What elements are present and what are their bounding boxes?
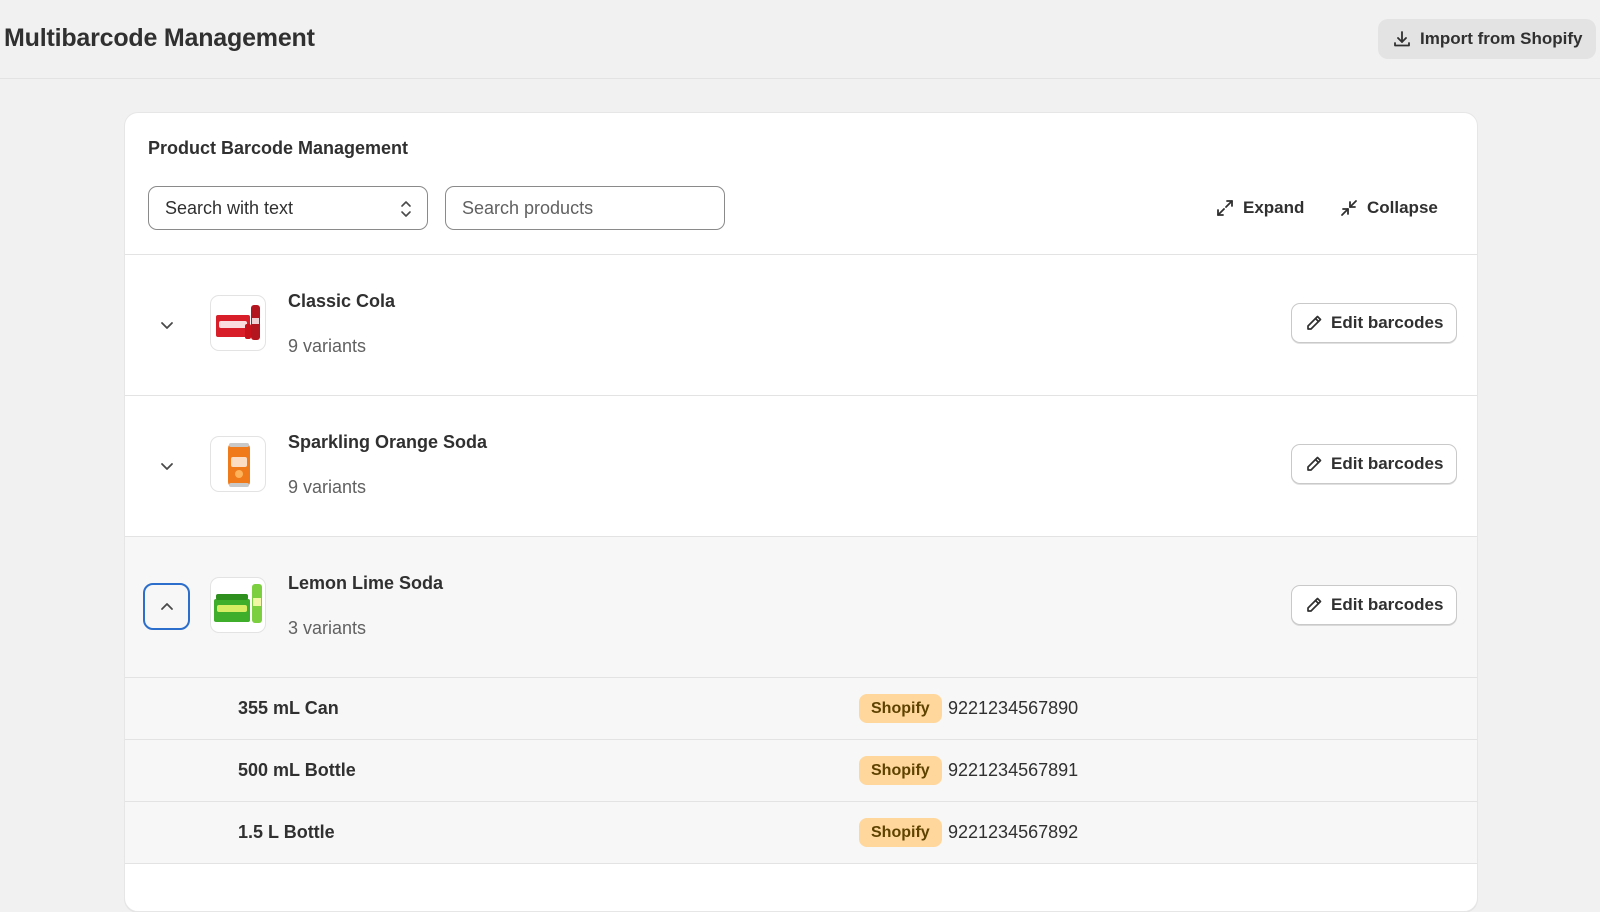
variant-name: 355 mL Can [238, 698, 339, 718]
expand-label: Expand [1243, 198, 1305, 217]
import-from-shopify-button[interactable]: Import from Shopify [1378, 19, 1596, 59]
expand-row-toggle[interactable] [143, 301, 190, 348]
barcode-value: 9221234567890 [948, 698, 1079, 718]
collapse-all-button[interactable]: Collapse [1339, 191, 1438, 225]
product-variant-count: 9 variants [288, 336, 367, 356]
product-thumbnail [210, 577, 266, 633]
product-row: Classic Cola 9 variants Edit barcodes [125, 255, 1477, 395]
edit-barcodes-button[interactable]: Edit barcodes [1291, 444, 1457, 484]
edit-barcodes-label: Edit barcodes [1331, 313, 1444, 332]
variant-row: 1.5 L Bottle Shopify 9221234567892 [125, 802, 1477, 864]
variant-name: 500 mL Bottle [238, 760, 356, 780]
product-name: Sparkling Orange Soda [288, 432, 488, 452]
source-badge: Shopify [859, 818, 942, 847]
expand-icon [1215, 198, 1235, 218]
product-variant-count: 3 variants [288, 618, 367, 638]
product-row: Sparkling Orange Soda 9 variants Edit ba… [125, 396, 1477, 536]
variant-row: 355 mL Can Shopify 9221234567890 [125, 678, 1477, 740]
product-name: Classic Cola [288, 291, 396, 311]
product-row: Lemon Lime Soda 3 variants Edit barcodes [125, 537, 1477, 677]
download-icon [1392, 29, 1412, 49]
page-title: Multibarcode Management [4, 24, 315, 52]
variant-row: 500 mL Bottle Shopify 9221234567891 [125, 740, 1477, 802]
import-button-label: Import from Shopify [1420, 29, 1583, 48]
edit-barcodes-label: Edit barcodes [1331, 595, 1444, 614]
product-variant-count: 9 variants [288, 477, 367, 497]
chevron-up-icon [159, 599, 175, 615]
collapse-row-toggle[interactable] [143, 583, 190, 630]
edit-barcodes-button[interactable]: Edit barcodes [1291, 303, 1457, 343]
variant-name: 1.5 L Bottle [238, 822, 335, 842]
chevron-down-icon [159, 317, 175, 333]
edit-barcodes-button[interactable]: Edit barcodes [1291, 585, 1457, 625]
collapse-label: Collapse [1367, 198, 1438, 217]
pencil-icon [1304, 595, 1324, 615]
chevron-down-icon [159, 458, 175, 474]
search-products-input[interactable] [445, 186, 725, 230]
search-mode-value: Search with text [165, 197, 294, 218]
source-badge: Shopify [859, 756, 942, 785]
pencil-icon [1304, 313, 1324, 333]
product-thumbnail [210, 295, 266, 351]
collapse-icon [1339, 198, 1359, 218]
search-mode-select[interactable]: Search with text [148, 186, 428, 230]
select-chevron-icon [399, 199, 413, 219]
product-barcode-card: Product Barcode Management Search with t… [124, 112, 1478, 912]
expand-row-toggle[interactable] [143, 442, 190, 489]
top-bar: Multibarcode Management Import from Shop… [0, 0, 1600, 79]
barcode-value: 9221234567892 [948, 822, 1079, 842]
expand-all-button[interactable]: Expand [1215, 191, 1304, 225]
card-title: Product Barcode Management [148, 138, 409, 158]
pencil-icon [1304, 454, 1324, 474]
product-thumbnail [210, 436, 266, 492]
barcode-value: 9221234567891 [948, 760, 1079, 780]
product-name: Lemon Lime Soda [288, 573, 444, 593]
edit-barcodes-label: Edit barcodes [1331, 454, 1444, 473]
source-badge: Shopify [859, 694, 942, 723]
